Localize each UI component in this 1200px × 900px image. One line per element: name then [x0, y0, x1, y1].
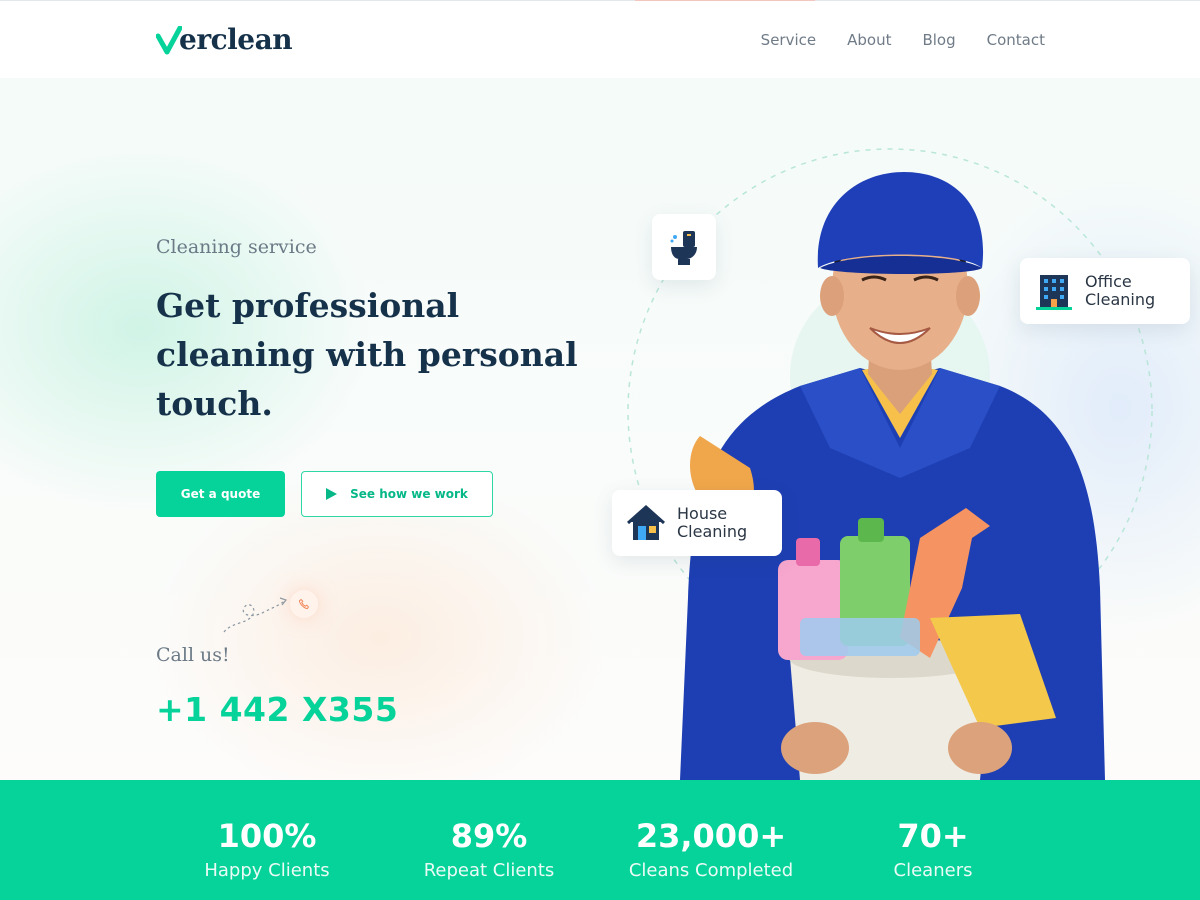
nav-link-about[interactable]: About — [847, 31, 891, 49]
brand-name-text: erclean — [179, 23, 293, 56]
see-how-we-work-label: See how we work — [350, 487, 468, 501]
phone-number[interactable]: +1 442 X355 — [156, 690, 398, 729]
see-how-we-work-button[interactable]: See how we work — [301, 471, 493, 517]
stat-value: 70+ — [897, 817, 969, 855]
office-label-line2: Cleaning — [1085, 290, 1156, 309]
nav-link-contact[interactable]: Contact — [987, 31, 1045, 49]
house-label-line2: Cleaning — [677, 522, 748, 541]
house-cleaning-label: House Cleaning — [677, 505, 747, 541]
house-cleaning-card[interactable]: House Cleaning — [612, 490, 782, 556]
site-header: erclean Service About Blog Contact — [0, 1, 1200, 78]
main-nav: Service About Blog Contact — [761, 31, 1045, 49]
stat-repeat-clients: 89% Repeat Clients — [389, 816, 589, 886]
stat-label: Repeat Clients — [423, 860, 555, 881]
call-us-label: Call us! — [156, 644, 230, 666]
house-icon — [627, 504, 665, 540]
stat-label: Happy Clients — [204, 860, 330, 881]
brand-logo[interactable]: erclean — [156, 23, 293, 56]
nav-link-blog[interactable]: Blog — [922, 31, 955, 49]
get-quote-button[interactable]: Get a quote — [156, 471, 285, 517]
stat-cleans-completed: 23,000+ Cleans Completed — [611, 816, 811, 886]
hero-headline: Get professional cleaning with personal … — [156, 286, 578, 423]
office-building-icon — [1036, 275, 1072, 310]
office-cleaning-card[interactable]: Office Cleaning — [1020, 258, 1190, 324]
stats-bar: 100% Happy Clients 89% Repeat Clients 23… — [0, 780, 1200, 900]
stat-happy-clients: 100% Happy Clients — [167, 816, 367, 886]
hero-section: Cleaning service Get professional cleani… — [0, 78, 1200, 780]
toilet-service-card[interactable] — [652, 214, 716, 280]
office-cleaning-label: Office Cleaning — [1085, 273, 1155, 309]
house-label-line1: House — [677, 504, 728, 523]
stat-label: Cleaners — [893, 860, 973, 881]
stat-value: 23,000+ — [635, 817, 787, 855]
phone-badge — [290, 590, 318, 618]
stat-cleaners: 70+ Cleaners — [833, 816, 1033, 886]
stat-value: 100% — [217, 817, 317, 855]
stat-label: Cleans Completed — [628, 860, 794, 881]
phone-icon — [298, 598, 310, 610]
hero-eyebrow: Cleaning service — [156, 236, 317, 258]
stat-value: 89% — [450, 817, 528, 855]
play-icon — [326, 488, 338, 500]
dotted-arrow-doodle — [223, 597, 288, 633]
nav-link-service[interactable]: Service — [761, 31, 816, 49]
office-label-line1: Office — [1085, 272, 1132, 291]
toilet-icon — [670, 231, 697, 265]
